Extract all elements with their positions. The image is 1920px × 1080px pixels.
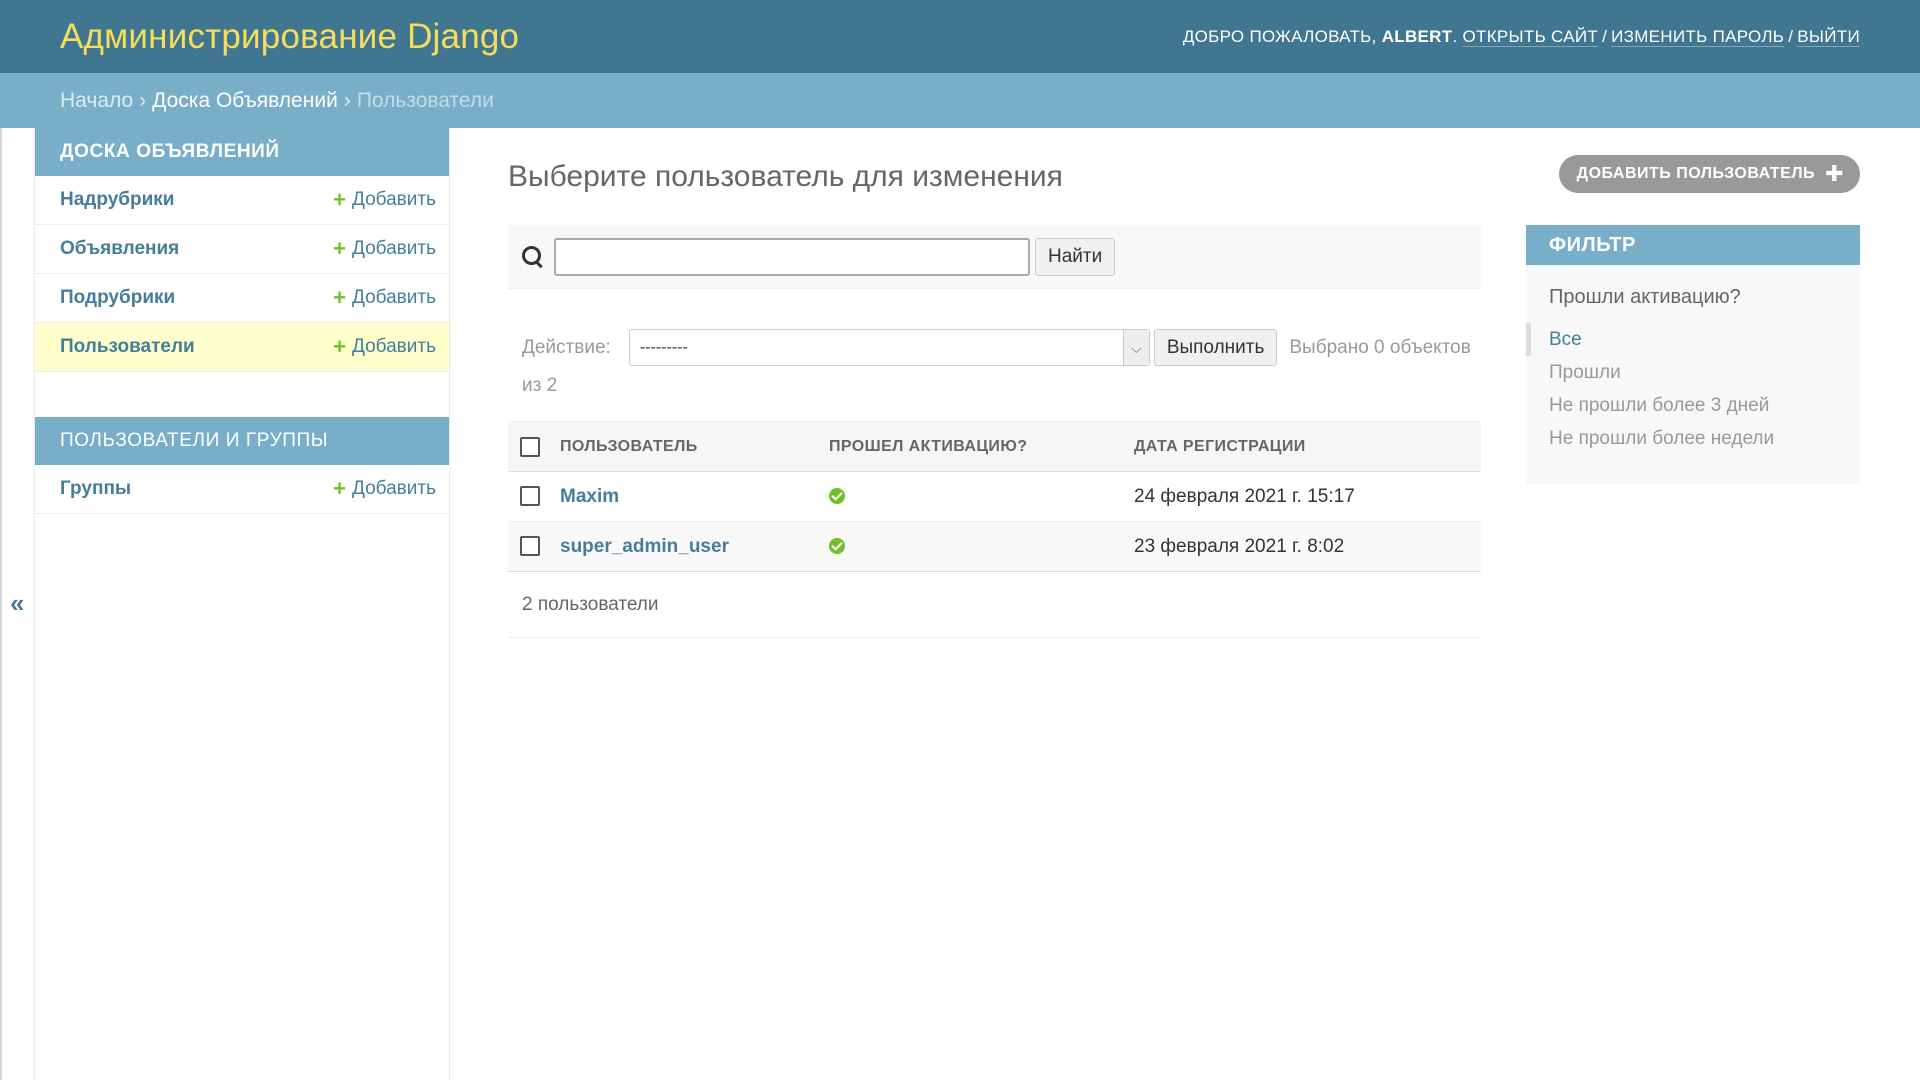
- date-cell: 23 февраля 2021 г. 8:02: [1134, 521, 1481, 572]
- module-caption[interactable]: ПОЛЬЗОВАТЕЛИ И ГРУППЫ: [35, 417, 449, 465]
- breadcrumb: Начало › Доска Объявлений › Пользователи: [0, 73, 1920, 128]
- sidebar-toggle-bar[interactable]: «: [0, 128, 35, 1080]
- activated-cell: [829, 521, 1134, 572]
- add-link-label[interactable]: Добавить: [352, 238, 436, 260]
- search-button[interactable]: Найти: [1035, 237, 1116, 276]
- row-checkbox[interactable]: [520, 486, 540, 507]
- add-link[interactable]: + Добавить: [333, 238, 436, 260]
- sidebar-item-label[interactable]: Группы: [60, 478, 131, 500]
- date-cell: 24 февраля 2021 г. 15:17: [1134, 471, 1481, 522]
- select-all-checkbox[interactable]: [520, 436, 540, 457]
- username-cell: super_admin_user: [560, 521, 829, 572]
- sidebar-item-label[interactable]: Подрубрики: [60, 287, 175, 309]
- table-row: super_admin_user 23 февраля 2021 г. 8:02: [508, 521, 1481, 572]
- plus-icon: +: [333, 187, 347, 212]
- add-link-label[interactable]: Добавить: [352, 336, 436, 358]
- result-table: ПОЛЬЗОВАТЕЛЬ ПРОШЕЛ АКТИВАЦИЮ? ДАТА РЕГИ…: [508, 421, 1481, 572]
- plus-icon: +: [333, 285, 347, 310]
- add-link[interactable]: + Добавить: [333, 336, 436, 358]
- site-header: Администрирование Django ДОБРО ПОЖАЛОВАТ…: [0, 0, 1920, 73]
- row-checkbox-cell: [508, 521, 560, 572]
- filter-question: Прошли активацию?: [1549, 286, 1741, 308]
- username: ALBERT: [1381, 26, 1453, 46]
- filter-options: Все Прошли Не прошли более 3 дней Не про…: [1526, 323, 1860, 455]
- actions-bar: Действие: --------- ⌵ Выполнить Выбрано 0 об…: [508, 329, 1481, 405]
- column-header-date[interactable]: ДАТА РЕГИСТРАЦИИ: [1134, 421, 1481, 472]
- welcome-text: ДОБРО ПОЖАЛОВАТЬ,: [1182, 26, 1377, 46]
- column-header-username[interactable]: ПОЛЬЗОВАТЕЛЬ: [560, 421, 829, 472]
- add-link-label[interactable]: Добавить: [352, 287, 436, 309]
- breadcrumb-separator: ›: [139, 88, 147, 112]
- action-select[interactable]: --------- ⌵: [628, 329, 1150, 367]
- sidebar-item-label[interactable]: Объявления: [60, 238, 179, 260]
- sidebar-item-users: Пользователи + Добавить: [35, 323, 449, 372]
- select-all-cell: [508, 421, 560, 472]
- activated-cell: [829, 471, 1134, 522]
- sidebar-item-groups: Группы + Добавить: [35, 465, 449, 514]
- chevron-down-icon[interactable]: ⌵: [1122, 330, 1149, 366]
- plus-icon: ✚: [1825, 161, 1844, 186]
- user-tools: ДОБРО ПОЖАЛОВАТЬ, ALBERT. ОТКРЫТЬ САЙТ / И…: [1182, 26, 1860, 47]
- action-select-value[interactable]: ---------: [640, 329, 688, 367]
- breadcrumb-current: Пользователи: [356, 88, 494, 112]
- changelist: Найти Действие: --------- ⌵ Выполнить Выбран…: [508, 225, 1481, 638]
- filter-caption: ФИЛЬТР: [1526, 225, 1860, 265]
- breadcrumb-home[interactable]: Начало: [60, 89, 133, 113]
- filter-option-all[interactable]: Все: [1526, 323, 1860, 356]
- run-action-button[interactable]: Выполнить: [1153, 329, 1278, 367]
- search-icon: [522, 245, 544, 268]
- add-link[interactable]: + Добавить: [333, 287, 436, 309]
- breadcrumb-separator: ›: [343, 88, 351, 112]
- table-header-row: ПОЛЬЗОВАТЕЛЬ ПРОШЕЛ АКТИВАЦИЮ? ДАТА РЕГИ…: [508, 421, 1481, 472]
- view-site-link[interactable]: ОТКРЫТЬ САЙТ: [1462, 26, 1599, 47]
- sidebar-item-ads: Объявления + Добавить: [35, 225, 449, 274]
- filter-option-not-3-days[interactable]: Не прошли более 3 дней: [1526, 389, 1860, 422]
- nav-sidebar: ДОСКА ОБЪЯВЛЕНИЙ Надрубрики + Добавить Об…: [35, 128, 450, 1080]
- search-toolbar: Найти: [508, 225, 1481, 289]
- check-circle-icon: [829, 538, 845, 555]
- collapse-sidebar-icon[interactable]: «: [10, 588, 24, 619]
- column-header-activated[interactable]: ПРОШЕЛ АКТИВАЦИЮ?: [829, 421, 1134, 472]
- user-link[interactable]: super_admin_user: [560, 536, 729, 557]
- add-user-button[interactable]: ДОБАВИТЬ ПОЛЬЗОВАТЕЛЬ ✚: [1558, 155, 1860, 193]
- check-circle-icon: [829, 488, 845, 505]
- plus-icon: +: [333, 236, 347, 261]
- add-link-label[interactable]: Добавить: [352, 478, 436, 500]
- site-branding[interactable]: Администрирование Django: [60, 17, 519, 57]
- filter-option-not-week[interactable]: Не прошли более недели: [1526, 422, 1860, 455]
- app-module-board: ДОСКА ОБЪЯВЛЕНИЙ Надрубрики + Добавить Об…: [35, 128, 449, 372]
- page-title: Выберите пользователь для изменения: [508, 160, 1063, 193]
- row-checkbox[interactable]: [520, 536, 540, 557]
- logout-link[interactable]: ВЫЙТИ: [1797, 26, 1860, 47]
- action-label: Действие:: [522, 337, 611, 358]
- search-input[interactable]: [554, 237, 1030, 276]
- plus-icon: +: [333, 476, 347, 501]
- row-checkbox-cell: [508, 471, 560, 522]
- paginator: 2 пользователи: [508, 572, 1481, 638]
- filter-option-activated[interactable]: Прошли: [1526, 356, 1860, 389]
- user-link[interactable]: Maxim: [560, 486, 619, 507]
- sidebar-item-subcategories: Подрубрики + Добавить: [35, 274, 449, 323]
- username-cell: Maxim: [560, 471, 829, 522]
- table-row: Maxim 24 февраля 2021 г. 15:17: [508, 471, 1481, 522]
- sidebar-item-label[interactable]: Пользователи: [60, 336, 195, 358]
- sidebar-item-supercategories: Надрубрики + Добавить: [35, 176, 449, 225]
- app-module-auth: ПОЛЬЗОВАТЕЛИ И ГРУППЫ Группы + Добавить: [35, 417, 449, 514]
- add-link[interactable]: + Добавить: [333, 478, 436, 500]
- breadcrumb-app[interactable]: Доска Объявлений: [152, 89, 338, 113]
- add-link[interactable]: + Добавить: [333, 189, 436, 211]
- add-link-label[interactable]: Добавить: [352, 189, 436, 211]
- module-caption[interactable]: ДОСКА ОБЪЯВЛЕНИЙ: [35, 128, 449, 176]
- filter-panel: ФИЛЬТР Прошли активацию? Все Прошли Не п…: [1526, 225, 1860, 484]
- plus-icon: +: [333, 334, 347, 359]
- add-user-label[interactable]: ДОБАВИТЬ ПОЛЬЗОВАТЕЛЬ: [1577, 165, 1815, 183]
- change-password-link[interactable]: ИЗМЕНИТЬ ПАРОЛЬ: [1611, 26, 1785, 47]
- sidebar-item-label[interactable]: Надрубрики: [60, 189, 174, 211]
